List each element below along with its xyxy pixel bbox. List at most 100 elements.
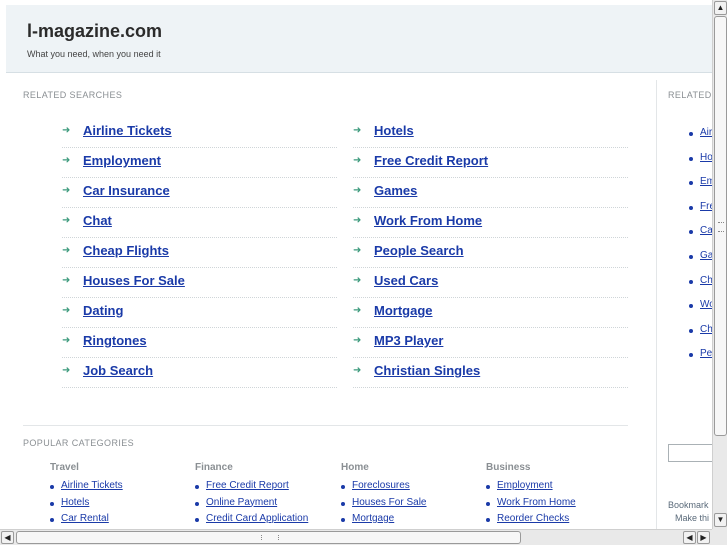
arrow-right-icon: ➜ — [353, 185, 362, 196]
sidebar-related-link[interactable]: Ch — [700, 275, 712, 286]
category-title: Home — [341, 462, 369, 473]
related-search-link[interactable]: Mortgage — [374, 303, 433, 318]
scroll-left-icon[interactable]: ◀ — [683, 531, 696, 544]
vertical-scrollbar[interactable]: ▲ ▼ — [712, 0, 727, 529]
bullet-icon — [486, 485, 490, 489]
related-search-link[interactable]: Used Cars — [374, 273, 438, 288]
bullet-icon — [689, 279, 693, 284]
category-link[interactable]: Work From Home — [497, 497, 576, 508]
category-item: Credit Card Application — [195, 512, 335, 529]
bookmark-link[interactable]: Bookmark — [668, 500, 709, 510]
sidebar-related-item: Ch — [662, 323, 712, 337]
horizontal-scrollbar[interactable]: ◀ ◀ ▶ — [0, 529, 712, 545]
vertical-scroll-thumb[interactable] — [714, 16, 727, 436]
sidebar-related-link[interactable]: Ca — [700, 225, 712, 236]
sidebar-related-link[interactable]: Ga — [700, 250, 712, 261]
related-search-link[interactable]: Cheap Flights — [83, 243, 169, 258]
scroll-up-icon[interactable]: ▲ — [714, 1, 727, 15]
related-search-row: ➜ Cheap Flights — [62, 238, 337, 268]
related-search-row: ➜ Job Search — [62, 358, 337, 388]
arrow-right-icon: ➜ — [353, 335, 362, 346]
category-link[interactable]: Free Credit Report — [206, 480, 289, 491]
related-search-row: ➜ Mortgage — [353, 298, 628, 328]
related-search-link[interactable]: Chat — [83, 213, 112, 228]
related-search-row: ➜ Free Credit Report — [353, 148, 628, 178]
related-search-row: ➜ Employment — [62, 148, 337, 178]
related-search-row: ➜ Games — [353, 178, 628, 208]
sidebar-search-input[interactable] — [668, 444, 712, 462]
category-column: Finance Free Credit Report Online Payment C… — [195, 462, 335, 529]
category-link[interactable]: Credit Card Application — [206, 513, 308, 524]
sidebar-related-link[interactable]: Ch — [700, 324, 712, 335]
related-search-link[interactable]: Car Insurance — [83, 183, 170, 198]
related-search-link[interactable]: Job Search — [83, 363, 153, 378]
make-homepage-link[interactable]: Make thi — [675, 513, 709, 523]
category-item: Work From Home — [486, 496, 626, 513]
site-title[interactable]: l-magazine.com — [27, 21, 162, 42]
bullet-icon — [195, 485, 199, 489]
sidebar-related-link[interactable]: Air — [700, 127, 712, 138]
bullet-icon — [486, 501, 490, 506]
main-content: RELATED SEARCHES ➜ Airline Tickets ➜ Employ… — [6, 80, 657, 529]
sidebar-related-link[interactable]: Fre — [700, 201, 712, 212]
related-search-link[interactable]: Games — [374, 183, 417, 198]
category-item: Houses For Sale — [341, 496, 481, 513]
related-search-link[interactable]: Free Credit Report — [374, 153, 488, 168]
scroll-left-icon[interactable]: ◀ — [1, 531, 14, 544]
related-search-link[interactable]: MP3 Player — [374, 333, 443, 348]
related-search-link[interactable]: People Search — [374, 243, 464, 258]
related-search-link[interactable]: Work From Home — [374, 213, 482, 228]
bullet-icon — [689, 304, 693, 309]
related-search-row: ➜ Hotels — [353, 118, 628, 148]
right-sidebar: RELATED AirHoEmFreCaGaChWoChPe Bookmark … — [662, 80, 712, 529]
category-link[interactable]: Online Payment — [206, 497, 277, 508]
related-searches-right-column: ➜ Hotels ➜ Free Credit Report ➜ Games ➜ Work Fr… — [353, 118, 628, 388]
scroll-right-icon[interactable]: ▶ — [697, 531, 710, 544]
category-link[interactable]: Employment — [497, 480, 553, 491]
category-link[interactable]: Foreclosures — [352, 480, 410, 491]
related-search-link[interactable]: Christian Singles — [374, 363, 480, 378]
category-link[interactable]: Airline Tickets — [61, 480, 123, 491]
arrow-right-icon: ➜ — [353, 245, 362, 256]
arrow-right-icon: ➜ — [353, 365, 362, 376]
arrow-right-icon: ➜ — [62, 275, 71, 286]
category-column: Home Foreclosures Houses For Sale Mortgage — [341, 462, 481, 529]
related-search-row: ➜ Houses For Sale — [62, 268, 337, 298]
related-search-row: ➜ Ringtones — [62, 328, 337, 358]
category-link[interactable]: Houses For Sale — [352, 497, 426, 508]
category-link[interactable]: Hotels — [61, 497, 89, 508]
site-header: l-magazine.com What you need, when you n… — [6, 5, 712, 73]
category-link[interactable]: Mortgage — [352, 513, 394, 524]
sidebar-related-link[interactable]: Pe — [700, 348, 712, 359]
related-search-link[interactable]: Dating — [83, 303, 123, 318]
category-link[interactable]: Reorder Checks — [497, 513, 569, 524]
bullet-icon — [195, 501, 199, 506]
sidebar-related-link[interactable]: Ho — [700, 152, 712, 163]
bullet-icon — [486, 518, 490, 522]
horizontal-scroll-thumb[interactable] — [16, 531, 521, 544]
grip-icon — [718, 222, 724, 232]
bullet-icon — [50, 518, 54, 522]
scroll-down-icon[interactable]: ▼ — [714, 513, 727, 527]
popular-categories-label: POPULAR CATEGORIES — [23, 438, 135, 448]
bullet-icon — [50, 501, 54, 506]
bullet-icon — [689, 328, 693, 333]
category-item: Free Credit Report — [195, 479, 335, 496]
related-search-link[interactable]: Hotels — [374, 123, 414, 138]
bullet-icon — [689, 255, 693, 259]
related-search-link[interactable]: Houses For Sale — [83, 273, 185, 288]
category-link[interactable]: Car Rental — [61, 513, 109, 524]
arrow-right-icon: ➜ — [62, 335, 71, 346]
site-tagline: What you need, when you need it — [27, 49, 161, 59]
grip-icon — [261, 535, 279, 540]
bullet-icon — [341, 501, 345, 506]
category-column: Travel Airline Tickets Hotels Car Rental — [50, 462, 190, 529]
sidebar-related-link[interactable]: Wo — [700, 299, 712, 310]
category-title: Finance — [195, 462, 233, 473]
related-search-link[interactable]: Airline Tickets — [83, 123, 172, 138]
category-item: Employment — [486, 479, 626, 496]
related-search-link[interactable]: Employment — [83, 153, 161, 168]
sidebar-related-link[interactable]: Em — [700, 176, 712, 187]
category-item: Reorder Checks — [486, 512, 626, 529]
related-search-link[interactable]: Ringtones — [83, 333, 147, 348]
